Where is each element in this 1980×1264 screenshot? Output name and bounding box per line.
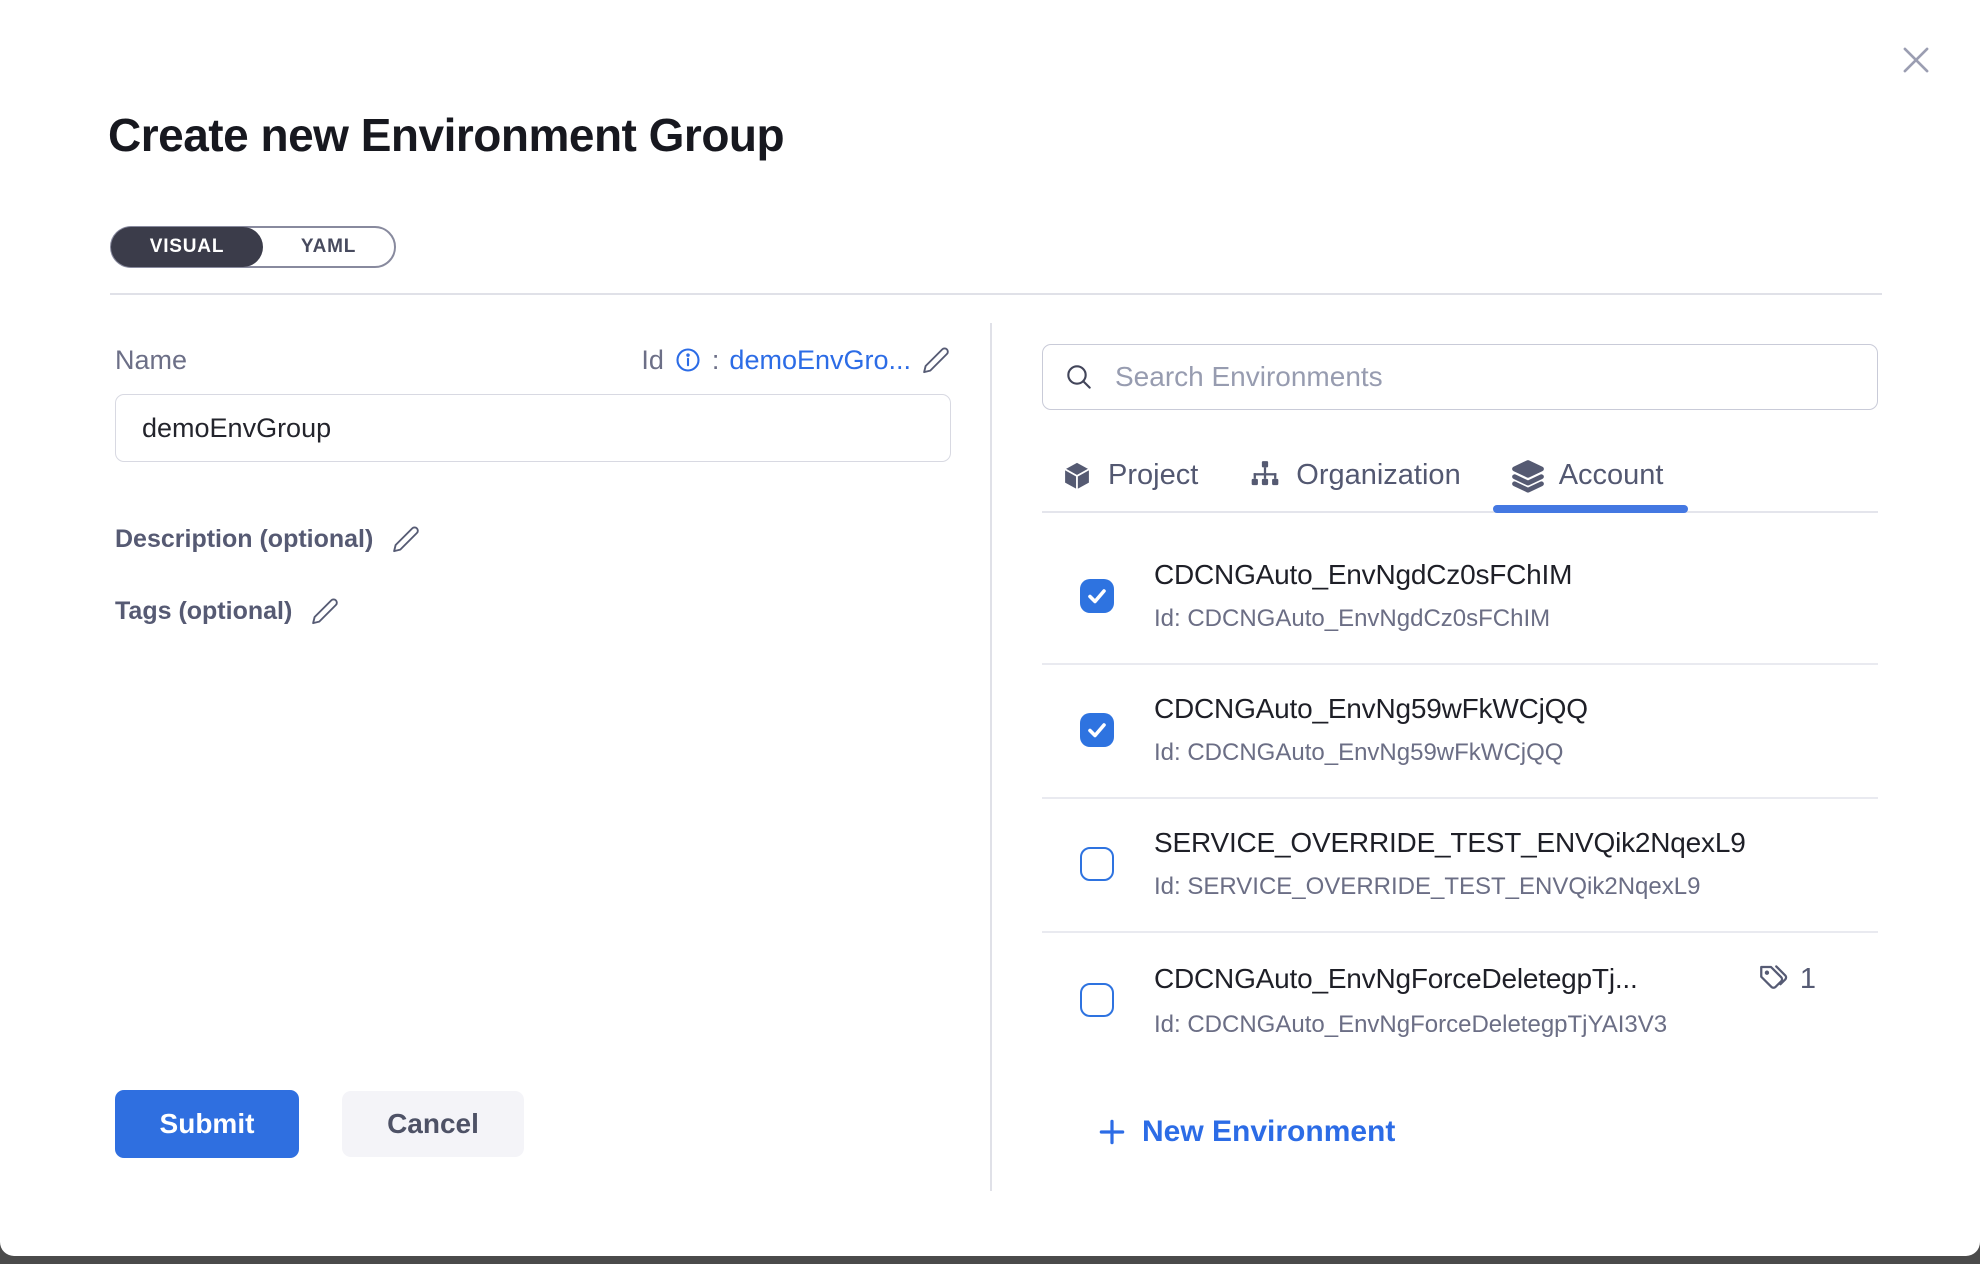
tab-account[interactable]: Account xyxy=(1511,440,1664,511)
environment-id: Id: CDCNGAuto_EnvNg59wFkWCjQQ xyxy=(1154,739,1878,767)
info-icon[interactable] xyxy=(674,346,702,374)
new-environment-label: New Environment xyxy=(1142,1115,1395,1149)
name-id-row: Name Id : demoEnvGro... xyxy=(115,338,951,382)
environment-row[interactable]: CDCNGAuto_EnvNgForceDeletegpTj... 1 Id: … xyxy=(1042,933,1878,1047)
id-value[interactable]: demoEnvGro... xyxy=(729,345,911,376)
toggle-yaml[interactable]: YAML xyxy=(263,228,394,266)
environment-name: SERVICE_OVERRIDE_TEST_ENVQik2NqexL9 xyxy=(1154,827,1746,859)
tag-count: 1 xyxy=(1800,963,1816,996)
org-chart-icon xyxy=(1248,459,1282,493)
visual-yaml-toggle: VISUAL YAML xyxy=(110,226,396,268)
tags-label: Tags (optional) xyxy=(115,597,292,626)
environment-name: CDCNGAuto_EnvNg59wFkWCjQQ xyxy=(1154,693,1588,725)
name-input[interactable] xyxy=(115,394,951,462)
edit-id-pencil-icon[interactable] xyxy=(921,345,951,375)
environment-search xyxy=(1042,344,1878,410)
layers-icon xyxy=(1511,459,1545,493)
environment-text: CDCNGAuto_EnvNgdCz0sFChIM Id: CDCNGAuto_… xyxy=(1154,559,1878,633)
environment-text: CDCNGAuto_EnvNg59wFkWCjQQ Id: CDCNGAuto_… xyxy=(1154,693,1878,767)
cube-icon xyxy=(1060,459,1094,493)
description-label: Description (optional) xyxy=(115,525,373,554)
tag-count-badge: 1 xyxy=(1756,961,1816,997)
tags-row: Tags (optional) xyxy=(115,596,340,626)
new-environment-button[interactable]: New Environment xyxy=(1096,1110,1395,1154)
edit-tags-pencil-icon[interactable] xyxy=(310,596,340,626)
tab-organization[interactable]: Organization xyxy=(1248,440,1460,511)
panel-divider xyxy=(990,323,992,1191)
scope-tabs: Project Organization xyxy=(1042,440,1878,513)
search-input[interactable] xyxy=(1115,361,1857,393)
environment-id: Id: SERVICE_OVERRIDE_TEST_ENVQik2NqexL9 xyxy=(1154,873,1878,901)
environment-name: CDCNGAuto_EnvNgdCz0sFChIM xyxy=(1154,559,1572,591)
environment-row[interactable]: CDCNGAuto_EnvNgdCz0sFChIM Id: CDCNGAuto_… xyxy=(1042,515,1878,665)
close-icon[interactable] xyxy=(1892,36,1940,84)
tag-icon xyxy=(1756,961,1792,997)
environment-id: Id: CDCNGAuto_EnvNgdCz0sFChIM xyxy=(1154,605,1878,633)
search-icon xyxy=(1063,361,1095,393)
environment-row[interactable]: SERVICE_OVERRIDE_TEST_ENVQik2NqexL9 Id: … xyxy=(1042,799,1878,933)
submit-button[interactable]: Submit xyxy=(115,1090,299,1158)
environment-checkbox[interactable] xyxy=(1080,713,1114,747)
environment-text: SERVICE_OVERRIDE_TEST_ENVQik2NqexL9 Id: … xyxy=(1154,827,1878,901)
environment-id: Id: CDCNGAuto_EnvNgForceDeletegpTjYAI3V3 xyxy=(1154,1011,1878,1039)
cancel-button[interactable]: Cancel xyxy=(342,1091,524,1157)
tab-account-label: Account xyxy=(1559,459,1664,492)
edit-description-pencil-icon[interactable] xyxy=(391,524,421,554)
page-title: Create new Environment Group xyxy=(108,108,784,162)
environment-text: CDCNGAuto_EnvNgForceDeletegpTj... 1 Id: … xyxy=(1154,961,1878,1039)
tab-organization-label: Organization xyxy=(1296,459,1460,492)
environment-checkbox[interactable] xyxy=(1080,579,1114,613)
plus-icon xyxy=(1096,1116,1128,1148)
id-separator: : xyxy=(712,345,720,376)
tab-project-label: Project xyxy=(1108,459,1198,492)
toggle-visual[interactable]: VISUAL xyxy=(111,227,263,267)
environment-checkbox[interactable] xyxy=(1080,847,1114,881)
id-label: Id xyxy=(641,345,664,376)
id-group: Id : demoEnvGro... xyxy=(641,345,951,376)
environment-row[interactable]: CDCNGAuto_EnvNg59wFkWCjQQ Id: CDCNGAuto_… xyxy=(1042,665,1878,799)
tab-project[interactable]: Project xyxy=(1060,440,1198,511)
environment-name: CDCNGAuto_EnvNgForceDeletegpTj... xyxy=(1154,963,1638,995)
description-row: Description (optional) xyxy=(115,524,421,554)
environment-list: CDCNGAuto_EnvNgdCz0sFChIM Id: CDCNGAuto_… xyxy=(1042,515,1878,1047)
create-environment-group-modal: Create new Environment Group VISUAL YAML… xyxy=(0,0,1980,1256)
header-divider xyxy=(110,293,1882,295)
name-label: Name xyxy=(115,345,187,376)
environment-checkbox[interactable] xyxy=(1080,983,1114,1017)
